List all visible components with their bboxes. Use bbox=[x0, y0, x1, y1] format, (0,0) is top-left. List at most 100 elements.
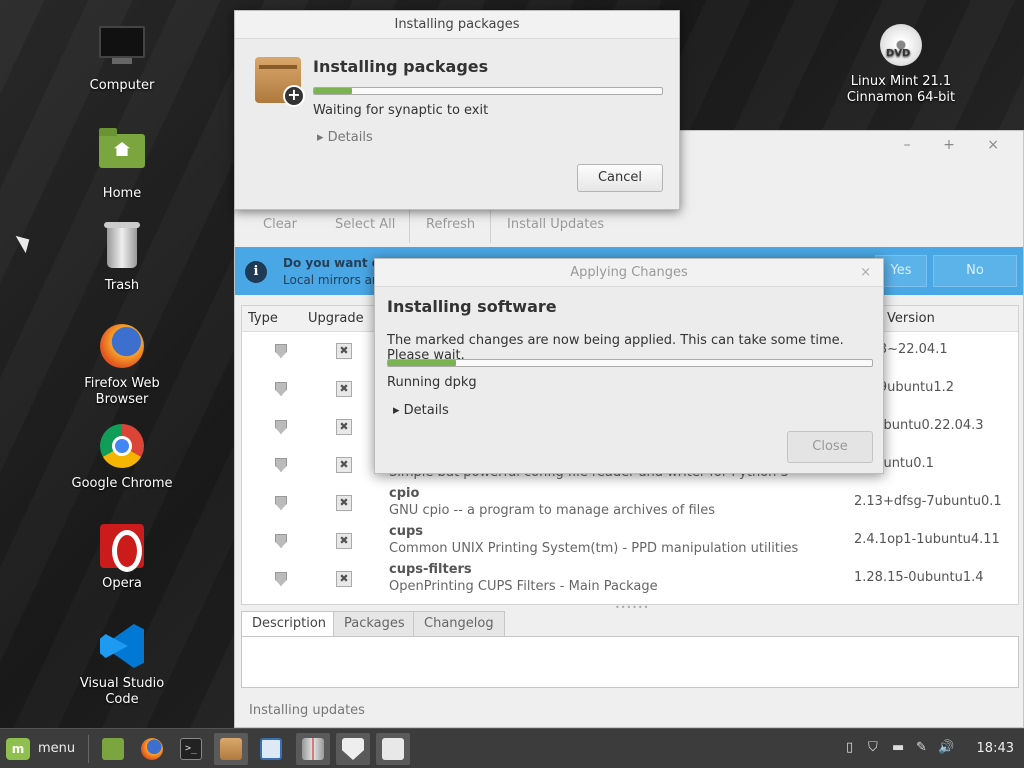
applying-changes-dialog: Applying Changes × Installing software T… bbox=[374, 258, 884, 474]
app-icon bbox=[302, 738, 324, 760]
network-icon[interactable]: ▬ bbox=[892, 740, 904, 755]
pane-resize-handle[interactable]: •••••• bbox=[615, 603, 649, 612]
progress-bar bbox=[387, 359, 873, 367]
package-version: 2.13+dfsg-7ubuntu0.1 bbox=[854, 494, 1002, 509]
package-description: OpenPrinting CUPS Filters - Main Package bbox=[389, 579, 658, 594]
desktop-icon-computer[interactable]: Computer bbox=[67, 22, 177, 94]
installing-packages-dialog: Installing packages + Installing package… bbox=[234, 10, 680, 210]
tab-packages[interactable]: Packages bbox=[333, 611, 416, 637]
table-row[interactable]: ✖ cpio GNU cpio -- a program to manage a… bbox=[242, 484, 1018, 522]
toolbar-separator bbox=[409, 209, 410, 243]
info-icon: i bbox=[245, 261, 267, 283]
security-shield-icon bbox=[275, 496, 287, 510]
progress-fill bbox=[388, 360, 456, 366]
column-header-upgrade[interactable]: Upgrade bbox=[308, 311, 364, 326]
upgrade-checkbox[interactable]: ✖ bbox=[336, 381, 352, 397]
package-description: GNU cpio -- a program to manage archives… bbox=[389, 503, 716, 518]
taskbar-firefox[interactable] bbox=[135, 733, 169, 765]
desktop-icon-firefox[interactable]: Firefox Web Browser bbox=[67, 322, 177, 408]
security-shield-icon bbox=[275, 534, 287, 548]
dialog-title: Applying Changes bbox=[375, 259, 883, 287]
select-all-button[interactable]: Select All bbox=[335, 217, 395, 232]
home-folder-icon bbox=[98, 128, 146, 182]
desktop-icon-label: Opera bbox=[102, 576, 142, 591]
pen-icon[interactable]: ✎ bbox=[916, 740, 927, 755]
cancel-button[interactable]: Cancel bbox=[577, 164, 663, 192]
security-shield-icon bbox=[275, 344, 287, 358]
description-panel bbox=[241, 636, 1019, 688]
window-controls[interactable]: – + × bbox=[904, 137, 1013, 153]
taskbar-app[interactable] bbox=[296, 733, 330, 765]
progress-bar bbox=[313, 87, 663, 95]
upgrade-checkbox[interactable]: ✖ bbox=[336, 343, 352, 359]
vscode-icon bbox=[98, 624, 146, 672]
desktop-icon-home[interactable]: Home bbox=[67, 124, 177, 202]
taskbar-update-manager[interactable] bbox=[336, 733, 370, 765]
desktop-icon-opera[interactable]: Opera bbox=[67, 522, 177, 592]
desktop-icon-label: Visual Studio bbox=[79, 676, 165, 691]
upgrade-checkbox[interactable]: ✖ bbox=[336, 533, 352, 549]
clear-button[interactable]: Clear bbox=[263, 217, 297, 232]
trash-icon bbox=[98, 222, 146, 274]
progress-status: Running dpkg bbox=[387, 375, 477, 390]
update-manager-icon bbox=[342, 738, 364, 760]
computer-icon bbox=[98, 26, 146, 74]
column-header-version[interactable]: Version bbox=[887, 311, 935, 326]
desktop-icon-trash[interactable]: Trash bbox=[67, 222, 177, 294]
taskbar-terminal[interactable]: >_ bbox=[174, 733, 208, 765]
desktop-icon-label: Code bbox=[105, 692, 139, 707]
column-header-type[interactable]: Type bbox=[248, 311, 278, 326]
dialog-heading: Installing packages bbox=[313, 57, 489, 76]
clock[interactable]: 18:43 bbox=[977, 741, 1014, 756]
upgrade-checkbox[interactable]: ✖ bbox=[336, 571, 352, 587]
desktop-icon-label: Google Chrome bbox=[71, 476, 173, 491]
table-row[interactable]: ✖ cups Common UNIX Printing System(tm) -… bbox=[242, 522, 1018, 560]
menu-label: menu bbox=[38, 741, 76, 756]
toolbar-separator bbox=[490, 209, 491, 243]
install-updates-button[interactable]: Install Updates bbox=[507, 217, 604, 232]
expander-arrow-icon: ▸ bbox=[317, 130, 324, 145]
upgrade-checkbox[interactable]: ✖ bbox=[336, 457, 352, 473]
security-shield-icon bbox=[275, 420, 287, 434]
refresh-button[interactable]: Refresh bbox=[426, 217, 475, 232]
package-version: 2.4.1op1-1ubuntu4.11 bbox=[854, 532, 1000, 547]
package-installer-icon bbox=[220, 738, 242, 760]
package-version: 1.28.15-0ubuntu1.4 bbox=[854, 570, 984, 585]
table-row[interactable]: ✖ cups-filters OpenPrinting CUPS Filters… bbox=[242, 560, 1018, 598]
desktop-icon-label: Trash bbox=[104, 278, 140, 293]
firefox-icon bbox=[141, 738, 163, 760]
close-button[interactable]: Close bbox=[787, 431, 873, 463]
menu-button[interactable]: m menu bbox=[4, 734, 80, 764]
package-name: cpio bbox=[389, 486, 420, 501]
details-expander[interactable]: ▸ Details bbox=[317, 130, 373, 145]
desktop-icon-label: Firefox Web bbox=[84, 376, 160, 391]
desktop-icon-vscode[interactable]: Visual Studio Code bbox=[67, 622, 177, 708]
desktop-icon-chrome[interactable]: Google Chrome bbox=[67, 422, 177, 492]
details-label: Details bbox=[327, 130, 373, 145]
upgrade-checkbox[interactable]: ✖ bbox=[336, 495, 352, 511]
dialog-title: Installing packages bbox=[235, 11, 679, 39]
desktop-icon-label: Home bbox=[102, 186, 142, 201]
notifications-icon[interactable]: ▯ bbox=[846, 740, 853, 755]
taskbar-text-editor[interactable] bbox=[254, 733, 288, 765]
security-shield-icon bbox=[275, 382, 287, 396]
taskbar-files[interactable] bbox=[96, 733, 130, 765]
text-editor-icon bbox=[260, 738, 282, 760]
taskbar-package-installer[interactable] bbox=[214, 733, 248, 765]
upgrade-checkbox[interactable]: ✖ bbox=[336, 419, 352, 435]
volume-icon[interactable]: 🔊 bbox=[938, 740, 954, 755]
expander-arrow-icon: ▸ bbox=[393, 403, 400, 418]
terminal-icon: >_ bbox=[180, 738, 202, 760]
close-icon[interactable]: × bbox=[860, 265, 871, 280]
tab-description[interactable]: Description bbox=[241, 611, 338, 637]
toolbar: Clear Select All Refresh Install Updates bbox=[235, 209, 1023, 245]
details-expander[interactable]: ▸ Details bbox=[393, 403, 449, 418]
no-button[interactable]: No bbox=[933, 255, 1017, 287]
update-shield-icon[interactable]: ⛉ bbox=[868, 740, 878, 755]
mouse-pointer-icon bbox=[15, 230, 35, 254]
taskbar: m menu >_ ▯ ⛉ ▬ ✎ 🔊 18:43 bbox=[0, 728, 1024, 768]
taskbar-image[interactable] bbox=[376, 733, 410, 765]
desktop-icon-dvd[interactable]: DVD Linux Mint 21.1 Cinnamon 64-bit bbox=[846, 24, 956, 106]
package-name: cups-filters bbox=[389, 562, 472, 577]
tab-changelog[interactable]: Changelog bbox=[413, 611, 505, 637]
